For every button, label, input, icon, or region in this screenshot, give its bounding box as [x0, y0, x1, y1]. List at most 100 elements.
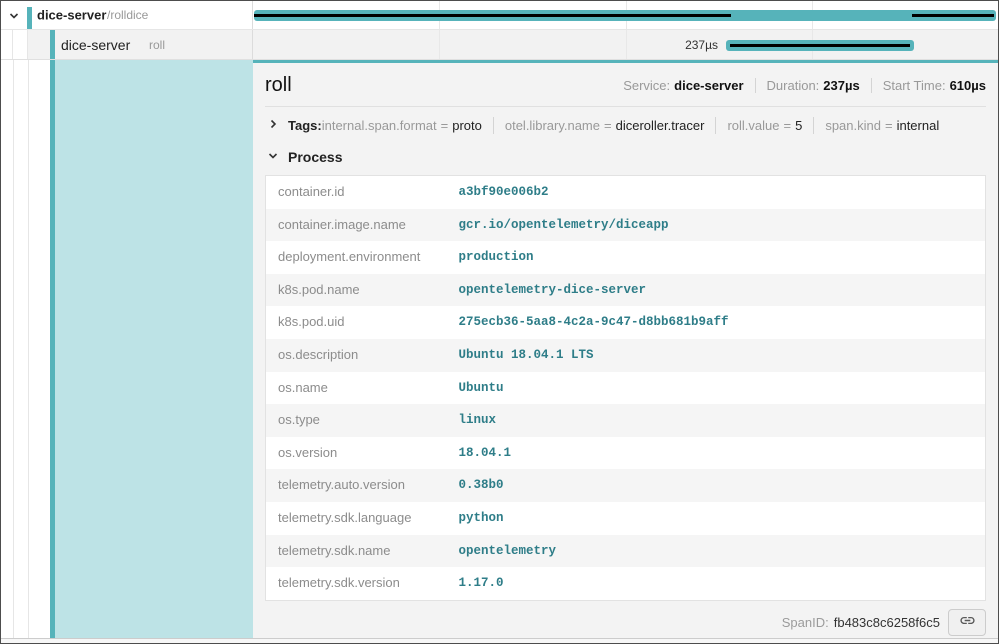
- tag-key: span.kind: [825, 118, 881, 133]
- process-label: Process: [288, 149, 342, 165]
- tag-item: internal.span.format =proto: [322, 118, 482, 133]
- process-key: deployment.environment: [266, 241, 447, 274]
- process-value: 0.38b0: [447, 469, 986, 502]
- process-key-values-table: container.ida3bf90e006b2 container.image…: [265, 175, 986, 601]
- service-value: dice-server: [674, 78, 743, 93]
- process-value: Ubuntu: [447, 372, 986, 405]
- process-key: os.type: [266, 404, 447, 437]
- separator: [871, 78, 872, 93]
- separator: [493, 117, 494, 134]
- span-summary: Service: dice-server Duration:237µs Start…: [623, 78, 986, 93]
- span-row-roll-selected[interactable]: dice-server roll 237µs: [1, 30, 998, 60]
- table-row: k8s.pod.uid275ecb36-5aa8-4c2a-9c47-d8bb6…: [266, 306, 986, 339]
- chevron-down-icon: [267, 149, 279, 165]
- table-row: telemetry.sdk.languagepython: [266, 502, 986, 535]
- span-title: roll: [265, 74, 292, 97]
- table-row: deployment.environmentproduction: [266, 241, 986, 274]
- process-key: container.image.name: [266, 209, 447, 242]
- process-key: container.id: [266, 176, 447, 209]
- process-key: k8s.pod.name: [266, 274, 447, 307]
- process-value: 275ecb36-5aa8-4c2a-9c47-d8bb681b9aff: [447, 306, 986, 339]
- process-value: opentelemetry: [447, 535, 986, 568]
- indent-guide-line: [13, 60, 14, 638]
- process-key: telemetry.sdk.version: [266, 567, 447, 600]
- process-key: telemetry.sdk.name: [266, 535, 447, 568]
- link-icon: [959, 612, 976, 632]
- table-row: telemetry.sdk.nameopentelemetry: [266, 535, 986, 568]
- collapse-children-button[interactable]: [7, 10, 21, 24]
- tag-item: otel.library.name=diceroller.tracer: [505, 118, 705, 133]
- process-key: telemetry.sdk.language: [266, 502, 447, 535]
- service-label: Service:: [623, 78, 670, 93]
- tag-item: span.kind = internal: [825, 118, 939, 133]
- start-time-label: Start Time:: [883, 78, 946, 93]
- tag-key: internal.span.format: [322, 118, 437, 133]
- span-name-cell-rolldice[interactable]: dice-server /rolldice: [1, 1, 253, 29]
- tags-accordion[interactable]: Tags: internal.span.format=proto otel.li…: [253, 107, 998, 141]
- table-row: k8s.pod.nameopentelemetry-dice-server: [266, 274, 986, 307]
- span-id-label: SpanID:: [782, 615, 829, 630]
- table-row: telemetry.auto.version0.38b0: [266, 469, 986, 502]
- process-value: 18.04.1: [447, 437, 986, 470]
- span-bar-roll[interactable]: [726, 40, 914, 51]
- table-row: os.version18.04.1: [266, 437, 986, 470]
- timeline-cell-rolldice: [253, 1, 998, 29]
- process-key: k8s.pod.uid: [266, 306, 447, 339]
- span-duration-label: 237µs: [685, 38, 718, 52]
- process-value: a3bf90e006b2: [447, 176, 986, 209]
- process-value: production: [447, 241, 986, 274]
- span-row-rolldice[interactable]: dice-server /rolldice: [1, 1, 998, 30]
- copy-span-link-button[interactable]: [948, 609, 986, 636]
- process-value: Ubuntu 18.04.1 LTS: [447, 339, 986, 372]
- separator: [715, 117, 716, 134]
- service-color-bar: [50, 30, 55, 59]
- critical-path-segment: [912, 14, 994, 17]
- chevron-down-icon: [8, 10, 20, 25]
- table-row: os.typelinux: [266, 404, 986, 437]
- indent-guide-line: [28, 60, 29, 638]
- duration-value: 237µs: [823, 78, 859, 93]
- tag-value: diceroller.tracer: [616, 118, 705, 133]
- span-bar-rolldice[interactable]: [254, 10, 996, 21]
- indent-guide: [1, 30, 13, 59]
- start-time-value: 610µs: [950, 78, 986, 93]
- table-row: os.nameUbuntu: [266, 372, 986, 405]
- timeline-gridline: [439, 30, 440, 59]
- table-row: container.ida3bf90e006b2: [266, 176, 986, 209]
- tag-value: 5: [795, 118, 802, 133]
- critical-path-segment: [254, 14, 731, 17]
- duration-label: Duration:: [767, 78, 820, 93]
- span-id-value: fb483c8c6258f6c5: [834, 615, 940, 630]
- tag-value: internal: [897, 118, 940, 133]
- operation-name: /rolldice: [107, 8, 148, 22]
- process-accordion[interactable]: Process: [253, 141, 998, 171]
- timeline-cell-roll: 237µs: [253, 30, 998, 59]
- process-value: python: [447, 502, 986, 535]
- tag-key: roll.value: [727, 118, 779, 133]
- process-value: gcr.io/opentelemetry/diceapp: [447, 209, 986, 242]
- chevron-right-icon: [267, 118, 279, 133]
- tag-equals: =: [784, 118, 792, 133]
- jaeger-trace-view: dice-server /rolldice dice-server roll 2…: [0, 0, 999, 644]
- table-row: container.image.namegcr.io/opentelemetry…: [266, 209, 986, 242]
- span-tree-offset-region: [1, 60, 253, 638]
- tag-item: roll.value =5: [727, 118, 802, 133]
- tag-equals: =: [885, 118, 893, 133]
- bottom-scroll-strip: [1, 638, 998, 643]
- tags-label: Tags:: [288, 118, 322, 133]
- table-row: telemetry.sdk.version1.17.0: [266, 567, 986, 600]
- span-detail-footer: SpanID: fb483c8c6258f6c5: [253, 601, 998, 636]
- operation-name: roll: [149, 38, 165, 52]
- process-value: linux: [447, 404, 986, 437]
- span-detail-header: roll Service: dice-server Duration:237µs …: [253, 63, 998, 106]
- separator: [755, 78, 756, 93]
- tag-value: proto: [452, 118, 482, 133]
- process-key: os.version: [266, 437, 447, 470]
- span-name-cell-roll[interactable]: dice-server roll: [1, 30, 253, 59]
- tag-equals: =: [441, 118, 449, 133]
- critical-path-segment: [730, 44, 910, 47]
- tag-equals: =: [604, 118, 612, 133]
- service-name: dice-server: [37, 8, 106, 23]
- process-key: telemetry.auto.version: [266, 469, 447, 502]
- service-name: dice-server: [61, 37, 130, 53]
